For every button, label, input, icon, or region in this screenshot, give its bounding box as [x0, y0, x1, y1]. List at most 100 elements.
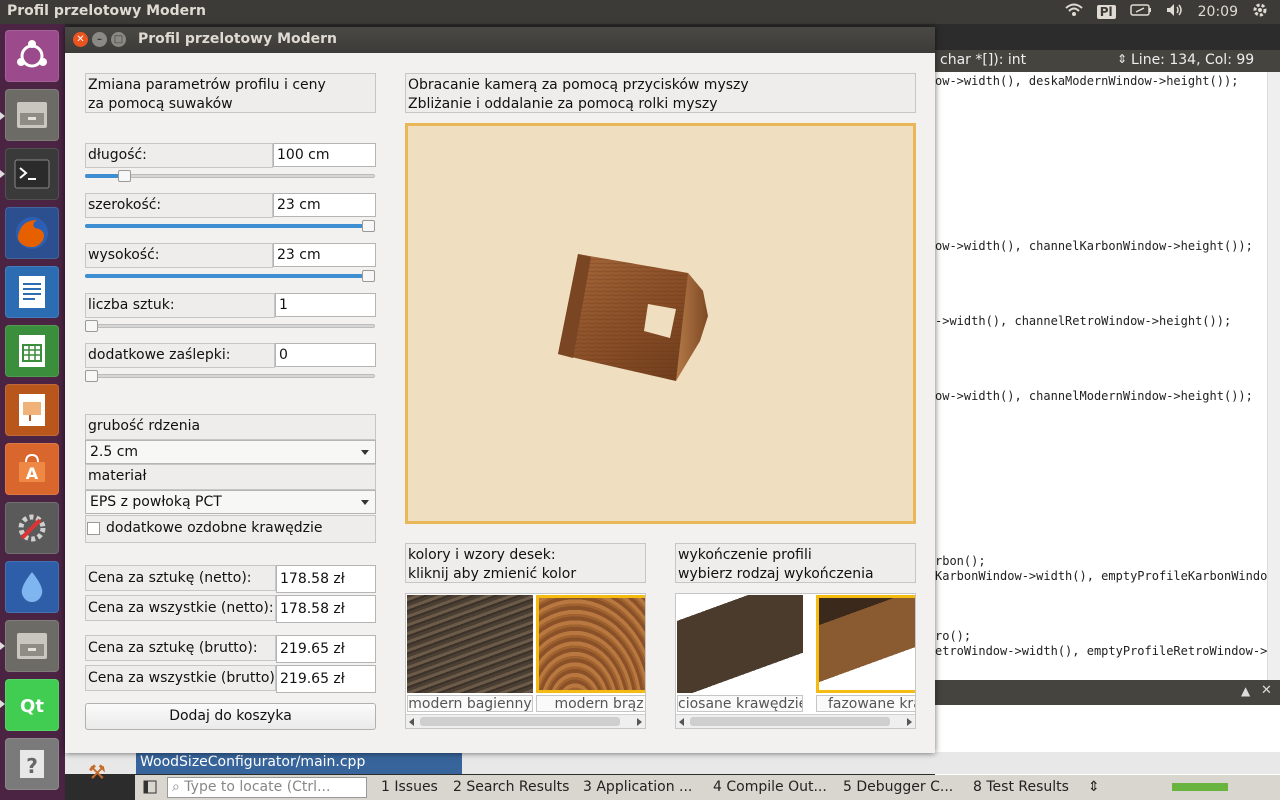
param-input[interactable]: 100 cm: [273, 143, 376, 167]
build-hammer-icon[interactable]: ⚒: [88, 760, 106, 784]
clock[interactable]: 20:09: [1198, 4, 1238, 20]
slider-handle[interactable]: [362, 270, 375, 282]
terminal-icon[interactable]: [5, 148, 59, 200]
slider-handle[interactable]: [85, 320, 98, 332]
scroll-right-icon[interactable]: [907, 718, 912, 726]
swatch-image: [536, 595, 645, 693]
running-indicator: [0, 112, 5, 120]
extra-edges-checkbox[interactable]: [87, 522, 100, 535]
help-icon[interactable]: ?: [5, 738, 59, 790]
configurator-window: ✕ – □ Profil przelotowy Modern Zmiana pa…: [65, 27, 935, 753]
gear-icon[interactable]: [1252, 2, 1268, 22]
slider-handle[interactable]: [85, 370, 98, 382]
swatch-caption: fazowane krav: [816, 695, 915, 712]
price-value[interactable]: 219.65 zł: [276, 665, 376, 693]
tab-compile-output[interactable]: 4 Compile Out...: [713, 779, 827, 795]
toggle-sidebar-icon[interactable]: [143, 780, 157, 798]
scroll-left-icon[interactable]: [409, 718, 414, 726]
finish-swatch-scrollbar[interactable]: [676, 714, 915, 728]
close-icon[interactable]: ✕: [1261, 683, 1272, 698]
price-label: Cena za wszystkie (brutto):: [85, 665, 280, 691]
param-slider[interactable]: [85, 170, 375, 182]
color-swatch-modern-braz[interactable]: modern brąz: [535, 594, 645, 714]
running-indicator: [0, 642, 5, 650]
scroll-right-icon[interactable]: [637, 718, 642, 726]
param-input[interactable]: 23 cm: [273, 193, 376, 217]
qt-creator-icon[interactable]: Qt: [5, 679, 59, 731]
tab-debugger-console[interactable]: 5 Debugger C...: [843, 779, 953, 795]
color-swatch-scrollbar[interactable]: [406, 714, 645, 728]
price-value[interactable]: 178.58 zł: [276, 565, 376, 593]
3d-viewport[interactable]: [405, 123, 916, 524]
param-input[interactable]: 0: [275, 343, 376, 367]
system-settings-icon[interactable]: [5, 502, 59, 554]
sort-icon[interactable]: ⇕: [1117, 52, 1127, 66]
keyboard-layout-indicator[interactable]: Pl: [1096, 5, 1116, 19]
chevron-up-icon[interactable]: ▲: [1241, 684, 1250, 698]
code-area[interactable]: ow->width(), deskaModernWindow->height()…: [935, 72, 1267, 680]
material-label: materiał: [85, 464, 376, 490]
tab-test-results[interactable]: 8 Test Results: [973, 779, 1069, 795]
volume-icon[interactable]: [1166, 3, 1184, 21]
wifi-icon[interactable]: [1065, 3, 1083, 21]
price-label: Cena za sztukę (brutto):: [85, 635, 276, 661]
editor-vertical-scrollbar[interactable]: [1267, 72, 1280, 680]
finish-swatch-fazowane[interactable]: fazowane krav: [815, 594, 915, 714]
core-thickness-select[interactable]: 2.5 cm: [85, 440, 376, 464]
param-input[interactable]: 23 cm: [273, 243, 376, 267]
window-titlebar[interactable]: ✕ – □ Profil przelotowy Modern: [65, 27, 935, 53]
minimize-window-button[interactable]: –: [92, 32, 107, 47]
files-icon-2[interactable]: [5, 620, 59, 672]
battery-icon[interactable]: [1129, 4, 1152, 20]
tab-issues[interactable]: 1 Issues: [381, 779, 438, 795]
param-slider[interactable]: [85, 220, 375, 232]
close-window-button[interactable]: ✕: [73, 32, 88, 47]
scroll-left-icon[interactable]: [679, 718, 684, 726]
software-center-icon[interactable]: A: [5, 443, 59, 495]
scroll-thumb[interactable]: [420, 717, 620, 726]
param-slider[interactable]: [85, 270, 375, 282]
param-slider[interactable]: [85, 320, 375, 332]
slider-track: [85, 324, 375, 328]
slider-fill: [85, 224, 368, 228]
editor-toolbar: char *[]): int ⇕ Line: 134, Col: 99: [935, 50, 1280, 72]
slider-handle[interactable]: [362, 220, 375, 232]
color-swatch-modern-bagienny[interactable]: modern bagienny: [406, 594, 534, 714]
scroll-thumb[interactable]: [690, 717, 890, 726]
dropdown-arrow-icon: [361, 450, 369, 455]
swatch-image: [816, 595, 915, 693]
libreoffice-impress-icon[interactable]: [5, 384, 59, 436]
price-value[interactable]: 219.65 zł: [276, 635, 376, 663]
material-value: EPS z powłoką PCT: [90, 494, 222, 510]
more-tabs-icon[interactable]: ⇕: [1088, 779, 1100, 795]
svg-text:A: A: [26, 464, 39, 483]
param-slider[interactable]: [85, 370, 375, 382]
firefox-icon[interactable]: [5, 207, 59, 259]
code-line: KarbonWindow->width(), emptyProfileKarbo…: [935, 569, 1267, 583]
libreoffice-writer-icon[interactable]: [5, 266, 59, 318]
tab-search-results[interactable]: 2 Search Results: [453, 779, 569, 795]
extra-edges-row[interactable]: dodatkowe ozdobne krawędzie: [85, 515, 376, 543]
param-label: liczba sztuk:: [85, 293, 275, 318]
tab-application-output[interactable]: 3 Application ...: [583, 779, 692, 795]
locate-input[interactable]: ⌕ Type to locate (Ctrl...: [167, 777, 367, 798]
param-input[interactable]: 1: [275, 293, 376, 317]
sliders-help-label: Zmiana parametrów profilu i ceny za pomo…: [85, 73, 376, 113]
libreoffice-calc-icon[interactable]: [5, 325, 59, 377]
maximize-window-button[interactable]: □: [111, 32, 126, 47]
function-signature[interactable]: char *[]): int: [940, 52, 1026, 68]
open-file-label[interactable]: WoodSizeConfigurator/main.cpp: [136, 752, 462, 774]
param-label: długość:: [85, 143, 273, 168]
material-select[interactable]: EPS z powłoką PCT: [85, 490, 376, 514]
svg-text:?: ?: [26, 754, 38, 778]
param-label: szerokość:: [85, 193, 273, 218]
drop-icon[interactable]: [5, 561, 59, 613]
files-icon[interactable]: [5, 89, 59, 141]
finish-header: wykończenie profili wybierz rodzaj wykoń…: [675, 543, 916, 583]
slider-handle[interactable]: [118, 170, 131, 182]
ubuntu-dash-icon[interactable]: [5, 30, 59, 82]
add-to-cart-button[interactable]: Dodaj do koszyka: [85, 703, 376, 730]
finish-swatch-ciosane[interactable]: ciosane krawędzie: [676, 594, 804, 714]
param-label: wysokość:: [85, 243, 273, 268]
price-value[interactable]: 178.58 zł: [276, 595, 376, 623]
